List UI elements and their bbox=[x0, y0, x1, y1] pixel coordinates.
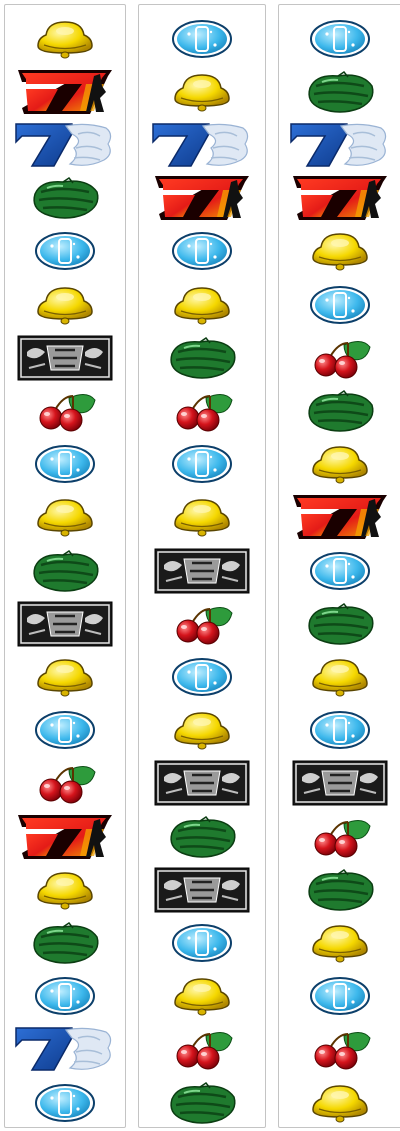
blue-replay-icon bbox=[279, 12, 400, 65]
yellow-bell-icon bbox=[279, 916, 400, 969]
red-seven-icon bbox=[5, 65, 125, 118]
watermelon-icon bbox=[279, 863, 400, 916]
blue-seven-icon bbox=[5, 118, 125, 171]
cherry-icon bbox=[279, 810, 400, 863]
blue-replay-icon bbox=[279, 544, 400, 597]
red-seven-icon bbox=[5, 810, 125, 863]
blue-seven-icon bbox=[5, 1023, 125, 1076]
cherry-icon bbox=[5, 757, 125, 810]
bar-icon bbox=[5, 331, 125, 384]
cherry-icon bbox=[5, 384, 125, 437]
blue-replay-icon bbox=[5, 970, 125, 1023]
bar-icon bbox=[279, 757, 400, 810]
yellow-bell-icon bbox=[139, 65, 265, 118]
yellow-bell-icon bbox=[5, 863, 125, 916]
blue-replay-icon bbox=[5, 438, 125, 491]
blue-replay-icon bbox=[279, 704, 400, 757]
bar-icon bbox=[139, 544, 265, 597]
yellow-bell-icon bbox=[5, 278, 125, 331]
blue-replay-icon bbox=[279, 970, 400, 1023]
blue-replay-icon bbox=[139, 916, 265, 969]
cherry-icon bbox=[279, 331, 400, 384]
yellow-bell-icon bbox=[139, 491, 265, 544]
yellow-bell-icon bbox=[5, 12, 125, 65]
yellow-bell-icon bbox=[279, 1076, 400, 1129]
cherry-icon bbox=[139, 597, 265, 650]
blue-replay-icon bbox=[5, 704, 125, 757]
bar-icon bbox=[139, 757, 265, 810]
blue-seven-icon bbox=[279, 118, 400, 171]
blue-replay-icon bbox=[5, 1076, 125, 1129]
watermelon-icon bbox=[139, 810, 265, 863]
yellow-bell-icon bbox=[139, 278, 265, 331]
watermelon-icon bbox=[5, 544, 125, 597]
blue-replay-icon bbox=[139, 12, 265, 65]
blue-replay-icon bbox=[5, 225, 125, 278]
yellow-bell-icon bbox=[279, 438, 400, 491]
yellow-bell-icon bbox=[5, 650, 125, 703]
cherry-icon bbox=[139, 384, 265, 437]
yellow-bell-icon bbox=[279, 650, 400, 703]
blue-replay-icon bbox=[279, 278, 400, 331]
watermelon-icon bbox=[139, 331, 265, 384]
yellow-bell-icon bbox=[139, 704, 265, 757]
bar-icon bbox=[5, 597, 125, 650]
cherry-icon bbox=[139, 1023, 265, 1076]
watermelon-icon bbox=[279, 384, 400, 437]
yellow-bell-icon bbox=[139, 970, 265, 1023]
watermelon-icon bbox=[5, 916, 125, 969]
right-reel bbox=[278, 4, 400, 1128]
watermelon-icon bbox=[139, 1076, 265, 1129]
watermelon-icon bbox=[5, 172, 125, 225]
center-reel bbox=[138, 4, 266, 1128]
left-reel bbox=[4, 4, 126, 1128]
blue-seven-icon bbox=[139, 118, 265, 171]
bar-icon bbox=[139, 863, 265, 916]
cherry-icon bbox=[279, 1023, 400, 1076]
blue-replay-icon bbox=[139, 650, 265, 703]
yellow-bell-icon bbox=[5, 491, 125, 544]
red-seven-icon bbox=[279, 172, 400, 225]
yellow-bell-icon bbox=[279, 225, 400, 278]
blue-replay-icon bbox=[139, 438, 265, 491]
red-seven-icon bbox=[139, 172, 265, 225]
watermelon-icon bbox=[279, 65, 400, 118]
watermelon-icon bbox=[279, 597, 400, 650]
red-seven-icon bbox=[279, 491, 400, 544]
blue-replay-icon bbox=[139, 225, 265, 278]
